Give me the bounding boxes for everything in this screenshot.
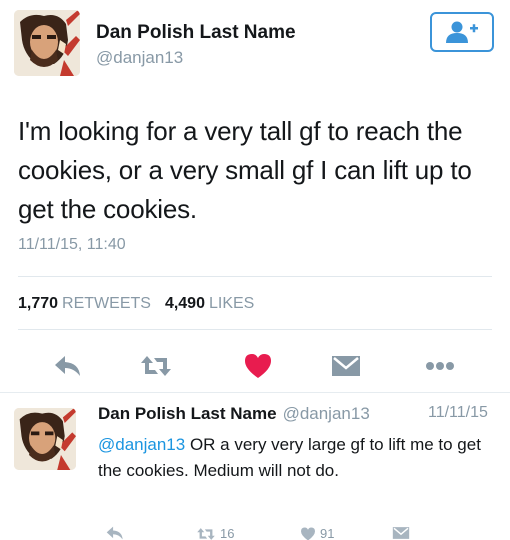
avatar-image: [14, 10, 80, 76]
direct-message-button[interactable]: [326, 348, 366, 384]
reply-avatar[interactable]: [14, 408, 76, 470]
retweets-count: 1,770: [18, 295, 59, 312]
follow-button[interactable]: [430, 12, 494, 52]
reply-retweet-button[interactable]: 16: [196, 526, 234, 540]
reply-retweets-count: 16: [220, 526, 235, 540]
reply-handle[interactable]: @danjan13: [283, 404, 370, 423]
user-handle[interactable]: @danjan13: [96, 48, 183, 68]
likes-stat[interactable]: 4,490 LIKES: [165, 295, 254, 313]
reply-reply-button[interactable]: [106, 526, 124, 540]
tweet-actions: [0, 348, 510, 384]
retweets-stat[interactable]: 1,770 RETWEETS: [18, 295, 151, 313]
reply-actions: 16 91: [0, 520, 510, 540]
reply-likes-count: 91: [320, 526, 335, 540]
retweet-button[interactable]: [136, 348, 176, 384]
avatar[interactable]: [14, 10, 80, 76]
heart-icon: [301, 527, 315, 540]
retweet-icon: [197, 527, 215, 540]
tweet-text: I'm looking for a very tall gf to reach …: [18, 116, 472, 224]
display-name[interactable]: Dan Polish Last Name: [96, 22, 296, 44]
reply-mention-link[interactable]: @danjan13: [98, 435, 185, 454]
follow-icon: [446, 21, 478, 43]
more-icon: [426, 362, 454, 370]
reply-like-button[interactable]: 91: [300, 526, 334, 540]
tweet-stats: 1,770 RETWEETS 4,490 LIKES: [18, 295, 254, 313]
reply-date[interactable]: 11/11/15: [428, 404, 488, 422]
like-button[interactable]: [238, 348, 278, 384]
reply-button[interactable]: [48, 348, 88, 384]
reply-icon: [55, 356, 80, 376]
avatar-image: [14, 408, 76, 470]
likes-count: 4,490: [164, 295, 205, 312]
divider: [0, 392, 510, 393]
likes-label: LIKES: [208, 295, 255, 312]
retweets-label: RETWEETS: [62, 295, 151, 312]
tweet-timestamp[interactable]: 11/11/15, 11:40: [18, 236, 126, 254]
divider: [18, 276, 492, 277]
more-button[interactable]: [420, 348, 460, 384]
reply-dm-button[interactable]: [392, 526, 410, 540]
dm-icon: [392, 527, 410, 539]
reply-text: @danjan13 OR a very very large gf to lif…: [98, 432, 498, 484]
reply-icon: [106, 526, 123, 540]
heart-icon: [245, 354, 271, 378]
divider: [18, 329, 492, 330]
reply-header: Dan Polish Last Name @danjan13: [98, 404, 370, 424]
main-tweet: Dan Polish Last Name @danjan13 I'm looki…: [0, 0, 510, 390]
reply-display-name[interactable]: Dan Polish Last Name: [98, 404, 277, 423]
dm-icon: [332, 356, 360, 376]
retweet-icon: [141, 356, 171, 376]
